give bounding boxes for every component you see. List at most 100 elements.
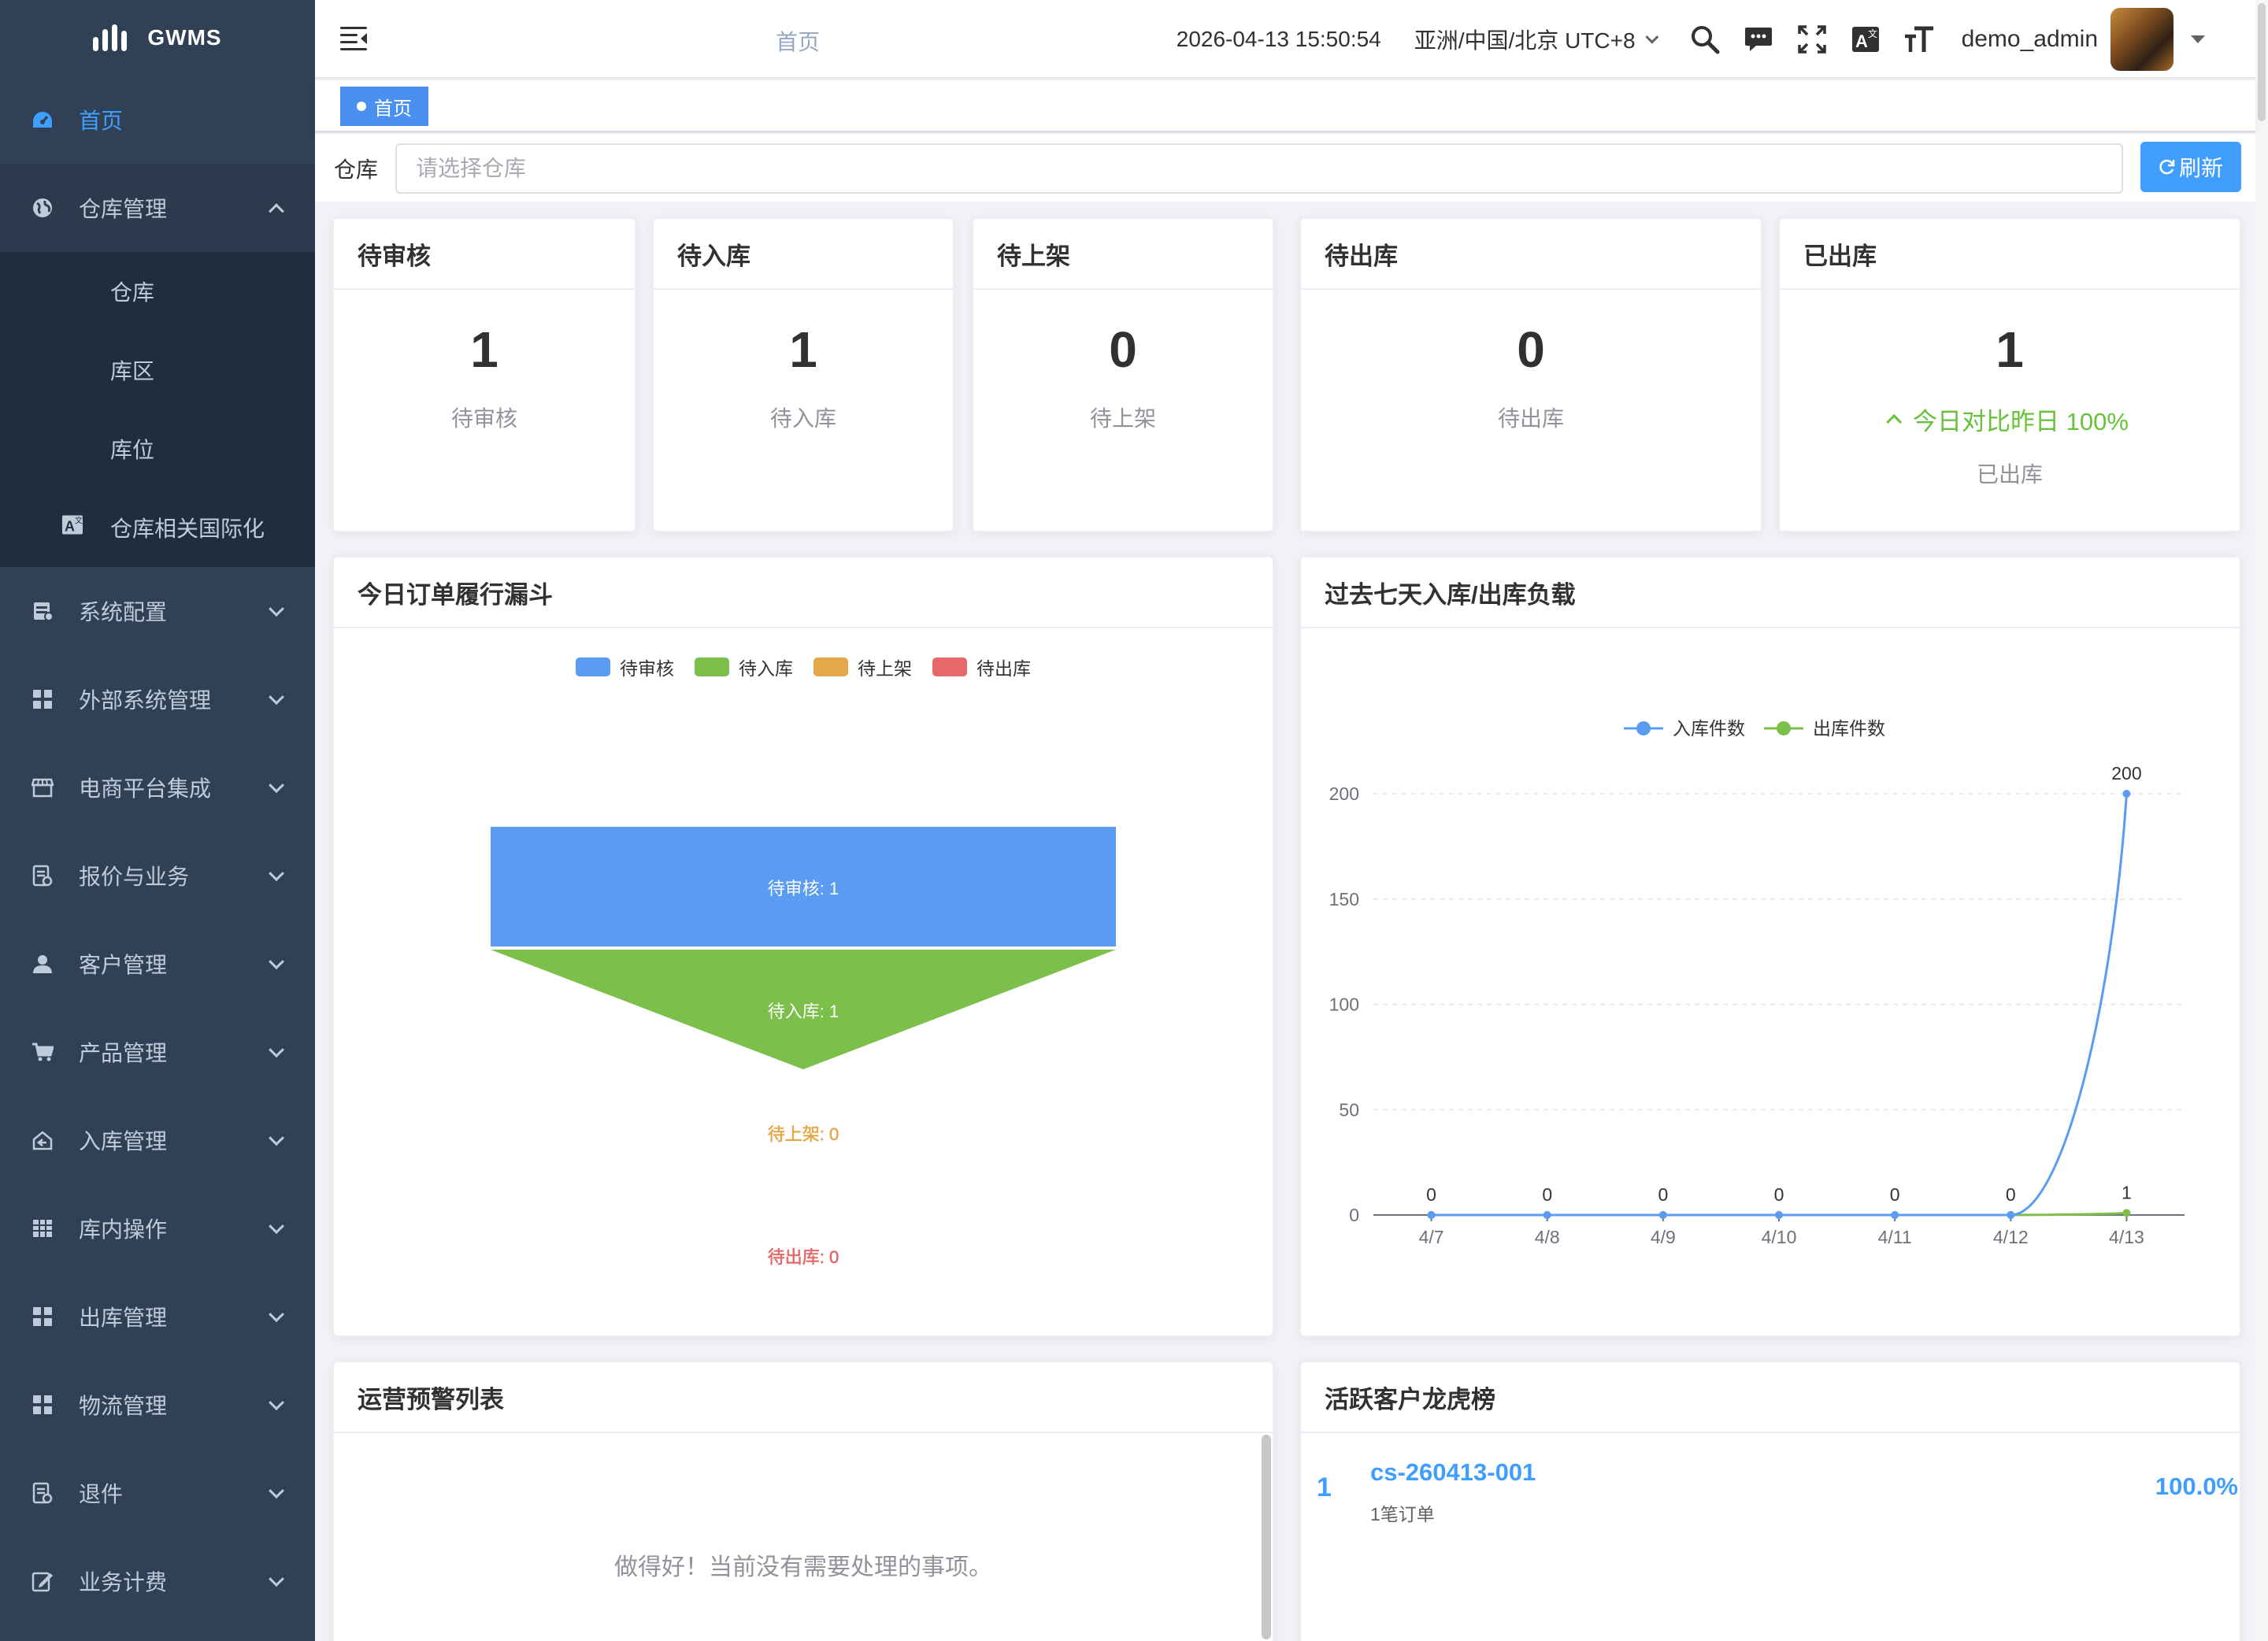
grid-icon (30, 1392, 55, 1417)
chevron-up-icon (269, 203, 284, 220)
sidebar-item-label: 产品管理 (79, 1041, 168, 1065)
sidebar-item-home[interactable]: 首页 (0, 76, 315, 164)
sidebar-item-label: 外部系统管理 (79, 688, 212, 713)
stat-card-pending-inbound: 待入库 1 待入库 (652, 217, 954, 532)
sidebar-item-products[interactable]: 产品管理 (0, 1008, 315, 1096)
logo-icon (93, 24, 128, 51)
data-point (1891, 1211, 1899, 1219)
sidebar-subitem-location[interactable]: 库位 (0, 409, 315, 488)
fullscreen-icon[interactable] (1795, 22, 1829, 57)
cart-icon (30, 1039, 55, 1065)
sidebar-item-system-config[interactable]: 系统配置 (0, 567, 315, 655)
funnel-stage-label: 待审核: 1 (768, 879, 839, 898)
warehouse-select[interactable] (395, 143, 2123, 194)
search-icon[interactable] (1688, 22, 1722, 57)
stat-label: 待入库 (769, 406, 836, 431)
sidebar-item-label: 库位 (110, 438, 155, 462)
card-title: 待上架 (973, 219, 1273, 290)
sidebar-item-label: 报价与业务 (79, 865, 190, 889)
customer-name[interactable]: cs-260413-001 (1370, 1458, 1536, 1487)
sidebar-item-billing[interactable]: 业务计费 (0, 1537, 315, 1625)
sidebar-item-label: 出库管理 (79, 1306, 168, 1330)
funnel-stage-label: 待入库: 1 (768, 1002, 839, 1021)
top-navbar: 首页 2026-04-13 15:50:54 亚洲/中国/北京 UTC+8 A文… (315, 0, 2268, 79)
sidebar-subitem-zone[interactable]: 库区 (0, 331, 315, 409)
chevron-down-icon (269, 1483, 284, 1499)
chevron-down-icon (269, 1042, 284, 1058)
sidebar-item-logistics[interactable]: 物流管理 (0, 1361, 315, 1449)
x-tick-label: 4/11 (1878, 1227, 1912, 1247)
sidebar-item-external-systems[interactable]: 外部系统管理 (0, 655, 315, 743)
chevron-down-icon (269, 865, 284, 882)
card-title: 待入库 (654, 219, 953, 290)
message-icon[interactable] (1741, 22, 1776, 57)
font-size-icon[interactable] (1902, 22, 1936, 57)
sidebar-item-quotes[interactable]: 报价与业务 (0, 832, 315, 920)
y-tick-label: 0 (1349, 1205, 1359, 1225)
data-label: 0 (1542, 1184, 1552, 1205)
chevron-down-icon (269, 954, 284, 970)
stat-value: 0 (1109, 321, 1137, 378)
trend-text: 今日对比昨日 100% (1913, 408, 2129, 435)
home-icon (30, 1128, 55, 1153)
stat-label: 待出库 (1497, 406, 1564, 431)
sidebar-item-inbound[interactable]: 入库管理 (0, 1096, 315, 1184)
sidebar-item-warehouse-management[interactable]: 仓库管理 (0, 164, 315, 252)
data-point (2007, 1211, 2015, 1219)
sidebar-item-customers[interactable]: 客户管理 (0, 920, 315, 1008)
avatar[interactable] (2110, 8, 2174, 71)
page-scrollbar[interactable] (2255, 0, 2268, 1641)
sidebar-item-label: 库内操作 (79, 1217, 168, 1242)
globe-icon (30, 195, 55, 220)
collapse-sidebar-icon[interactable] (340, 27, 367, 50)
stat-value: 0 (1517, 321, 1545, 378)
translate-icon[interactable]: A文 (1848, 22, 1883, 57)
stat-value: 1 (1996, 321, 2024, 378)
data-label: 0 (2006, 1184, 2016, 1205)
data-point (1427, 1211, 1436, 1219)
active-customer-ranking-card: 活跃客户龙虎榜 1 cs-260413-001 1笔订单 100.0% (1299, 1361, 2241, 1641)
stat-value: 1 (470, 321, 498, 378)
sidebar-subitem-warehouse-i18n[interactable]: A文 仓库相关国际化 (0, 488, 315, 567)
data-point (1658, 1211, 1667, 1219)
sidebar-item-ecommerce[interactable]: 电商平台集成 (0, 743, 315, 832)
sidebar-item-label: 退件 (79, 1482, 124, 1506)
sidebar-item-returns[interactable]: 退件 (0, 1449, 315, 1537)
app-name: GWMS (147, 25, 222, 50)
refresh-button[interactable]: 刷新 (2140, 142, 2241, 192)
app-logo[interactable]: GWMS (0, 0, 315, 76)
sidebar-item-label: 仓库相关国际化 (110, 517, 265, 541)
order-count: 1笔订单 (1370, 1504, 1435, 1524)
tags-view: 首页 (315, 80, 2255, 132)
legend-marker (1636, 721, 1651, 735)
legend-label: 出库件数 (1813, 718, 1885, 739)
ranking-row[interactable]: 1 cs-260413-001 1笔订单 100.0% (1301, 1450, 2240, 1529)
document-icon (30, 1480, 55, 1506)
sidebar-item-outbound[interactable]: 出库管理 (0, 1272, 315, 1361)
y-tick-label: 200 (1329, 783, 1359, 804)
sidebar-item-inventory-ops[interactable]: 库内操作 (0, 1184, 315, 1272)
x-tick-label: 4/13 (2109, 1227, 2144, 1247)
sidebar-item-label: 物流管理 (79, 1394, 168, 1418)
sidebar-item-label: 库区 (110, 359, 155, 383)
x-tick-label: 4/8 (1535, 1227, 1560, 1247)
chevron-down-icon (269, 601, 284, 617)
card-title: 待审核 (334, 219, 635, 290)
funnel-stage-label: 待上架: 0 (768, 1124, 839, 1144)
caret-down-icon[interactable] (2191, 35, 2205, 43)
data-label: 0 (1658, 1184, 1668, 1205)
sidebar-item-label: 客户管理 (79, 953, 168, 977)
stat-label: 待上架 (1089, 406, 1156, 431)
timezone-select[interactable]: 亚洲/中国/北京 UTC+8 (1414, 24, 1658, 55)
username[interactable]: demo_admin (1962, 26, 2098, 53)
table-icon (30, 1216, 55, 1241)
chevron-down-icon (269, 1218, 284, 1235)
svg-text:文: 文 (75, 516, 83, 526)
refresh-icon (2159, 159, 2175, 175)
breadcrumb[interactable]: 首页 (776, 25, 820, 57)
alert-list-scrollbar[interactable] (1262, 1435, 1271, 1639)
sidebar-subitem-warehouse[interactable]: 仓库 (0, 252, 315, 331)
data-point (2122, 1209, 2131, 1217)
tag-home[interactable]: 首页 (340, 87, 428, 126)
shop-icon (30, 775, 55, 800)
